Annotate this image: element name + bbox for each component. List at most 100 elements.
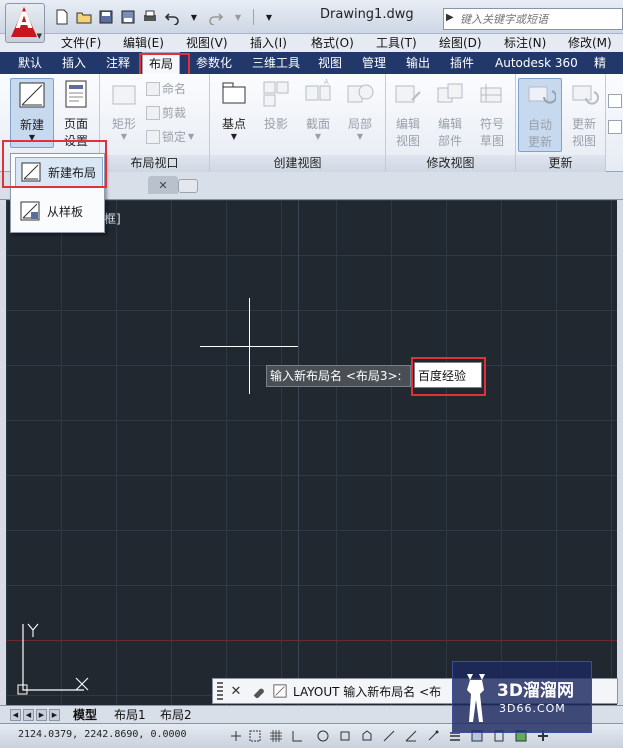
object-snap-icon[interactable] xyxy=(337,728,353,744)
undo-dropdown-icon[interactable]: ▼ xyxy=(184,7,204,27)
projected-view-button[interactable]: 投影 xyxy=(254,78,298,132)
close-icon[interactable]: ✕ xyxy=(227,682,245,700)
base-view-button[interactable]: 基点 ▼ xyxy=(212,78,256,141)
edit-view-button[interactable]: 编辑 视图 xyxy=(386,78,430,149)
symbol-label-2: 草图 xyxy=(479,134,504,148)
drag-handle[interactable] xyxy=(217,682,223,700)
watermark-site: 3D66.COM xyxy=(499,702,566,715)
tab-insert[interactable]: 插入 xyxy=(56,52,92,74)
tab-plugins[interactable]: 插件 xyxy=(444,52,480,74)
redo-dropdown-icon[interactable]: ▼ xyxy=(228,7,248,27)
tab-output[interactable]: 输出 xyxy=(400,52,436,74)
detail-label: 局部 xyxy=(347,117,372,131)
symbol-sketch-button[interactable]: 符号 草图 xyxy=(470,78,514,149)
dynamic-input-prompt: 输入新布局名 <布局3>: xyxy=(266,365,411,387)
lock-viewport-button[interactable]: 锁定 ▼ xyxy=(146,128,194,145)
update-view-label-2: 视图 xyxy=(571,134,596,148)
tab-default[interactable]: 默认 xyxy=(12,52,48,74)
drawing-canvas[interactable] xyxy=(6,200,617,705)
dynamic-input-icon[interactable] xyxy=(425,728,441,744)
new-file-icon[interactable] xyxy=(52,7,72,27)
page-setup-icon xyxy=(65,80,87,108)
grid-display-icon[interactable] xyxy=(268,728,284,744)
application-menu-button[interactable]: A ▼ xyxy=(5,3,45,43)
chevron-down-icon: ▼ xyxy=(230,132,238,141)
menu-draw[interactable]: 绘图(D) xyxy=(439,34,482,52)
tab-autodesk-360[interactable]: Autodesk 360 xyxy=(489,52,584,74)
auto-update-button[interactable]: 自动 更新 xyxy=(518,78,562,152)
edit-view-label-2: 视图 xyxy=(395,134,420,148)
new-tab-icon[interactable] xyxy=(178,179,198,193)
infer-constraints-icon[interactable] xyxy=(228,728,244,744)
overflow-icon-2[interactable] xyxy=(608,120,622,134)
projected-label: 投影 xyxy=(263,117,288,131)
quick-access-toolbar: ▼ ▼ ▼ xyxy=(52,6,279,28)
edit-components-button[interactable]: 编辑 部件 xyxy=(428,78,472,149)
layout-tab-model[interactable]: 模型 xyxy=(73,707,97,723)
layout-tab-layout2[interactable]: 布局2 xyxy=(160,707,192,723)
ducs-icon[interactable] xyxy=(403,728,419,744)
tab-parametric[interactable]: 参数化 xyxy=(190,52,238,74)
watermark-logo: 3D溜溜网 3D66.COM xyxy=(452,661,592,733)
file-tab[interactable]: ✕ xyxy=(148,176,178,194)
overflow-icon[interactable] xyxy=(608,94,622,108)
page-setup-label-2: 设置 xyxy=(63,134,88,148)
command-prompt-icon[interactable] xyxy=(271,682,289,700)
last-tab-icon[interactable]: ▶ xyxy=(49,709,60,721)
menu-view[interactable]: 视图(V) xyxy=(186,34,228,52)
viewport-controls-label[interactable]: 框] xyxy=(104,210,121,227)
search-input[interactable] xyxy=(460,10,620,28)
save-icon[interactable] xyxy=(96,7,116,27)
open-folder-icon[interactable] xyxy=(74,7,94,27)
tab-view[interactable]: 视图 xyxy=(312,52,348,74)
menu-edit[interactable]: 编辑(E) xyxy=(123,34,164,52)
rectangle-viewport-button[interactable]: 矩形 ▼ xyxy=(102,78,146,141)
watermark-brand: 3D溜溜网 xyxy=(497,681,574,701)
group-create-view: 基点 ▼ 投影 A 截面 ▼ 局部 ▼ 创建视图 xyxy=(210,74,386,172)
tab-layout[interactable]: 布局 xyxy=(142,52,181,74)
edit-components-icon xyxy=(437,83,463,103)
layout-name-input[interactable] xyxy=(414,362,482,388)
document-title: Drawing1.dwg xyxy=(320,7,414,22)
dropdown-item-from-template[interactable]: 从样板 xyxy=(15,196,103,226)
prev-tab-icon[interactable]: ◀ xyxy=(23,709,34,721)
tab-manage[interactable]: 管理 xyxy=(356,52,392,74)
tab-annotate[interactable]: 注释 xyxy=(100,52,136,74)
section-view-button[interactable]: A 截面 ▼ xyxy=(296,78,340,141)
search-box[interactable]: ▶ xyxy=(443,8,623,30)
menu-modify[interactable]: 修改(M) xyxy=(568,34,612,52)
first-tab-icon[interactable]: ◀ xyxy=(10,709,21,721)
clip-viewport-button[interactable]: 剪裁 xyxy=(146,104,186,121)
menu-tools[interactable]: 工具(T) xyxy=(376,34,417,52)
update-view-button[interactable]: 更新 视图 xyxy=(562,78,606,149)
named-viewport-button[interactable]: 命名 xyxy=(146,80,186,97)
close-icon[interactable]: ✕ xyxy=(158,179,167,192)
tab-3d-tools[interactable]: 三维工具 xyxy=(246,52,306,74)
print-icon[interactable] xyxy=(140,7,160,27)
wrench-icon[interactable] xyxy=(249,682,267,700)
snap-mode-icon[interactable] xyxy=(247,728,263,744)
detail-view-button[interactable]: 局部 ▼ xyxy=(338,78,382,141)
object-snap-tracking-icon[interactable] xyxy=(381,728,397,744)
3d-object-snap-icon[interactable] xyxy=(359,728,375,744)
deer-logo-icon xyxy=(467,674,485,722)
redo-icon[interactable] xyxy=(206,7,226,27)
layout-tab-layout1[interactable]: 布局1 xyxy=(114,707,146,723)
polar-tracking-icon[interactable] xyxy=(315,728,331,744)
tab-featured[interactable]: 精选 xyxy=(588,52,623,92)
next-tab-icon[interactable]: ▶ xyxy=(36,709,47,721)
ortho-mode-icon[interactable] xyxy=(289,728,305,744)
menu-file[interactable]: 文件(F) xyxy=(61,34,101,52)
menu-insert[interactable]: 插入(I) xyxy=(250,34,287,52)
menu-format[interactable]: 格式(O) xyxy=(311,34,354,52)
customize-dropdown-icon[interactable]: ▼ xyxy=(259,7,279,27)
x-axis-line xyxy=(6,640,617,641)
save-as-icon[interactable] xyxy=(118,7,138,27)
menu-dimension[interactable]: 标注(N) xyxy=(504,34,546,52)
dropdown-item-new-layout[interactable]: 新建布局 xyxy=(15,157,103,187)
undo-icon[interactable] xyxy=(162,7,182,27)
chevron-down-icon: ▼ xyxy=(356,132,364,141)
projected-view-icon xyxy=(263,81,289,107)
new-layout-button[interactable]: 新建 ▼ xyxy=(10,78,54,148)
page-setup-button[interactable]: 页面 设置 xyxy=(54,78,98,149)
